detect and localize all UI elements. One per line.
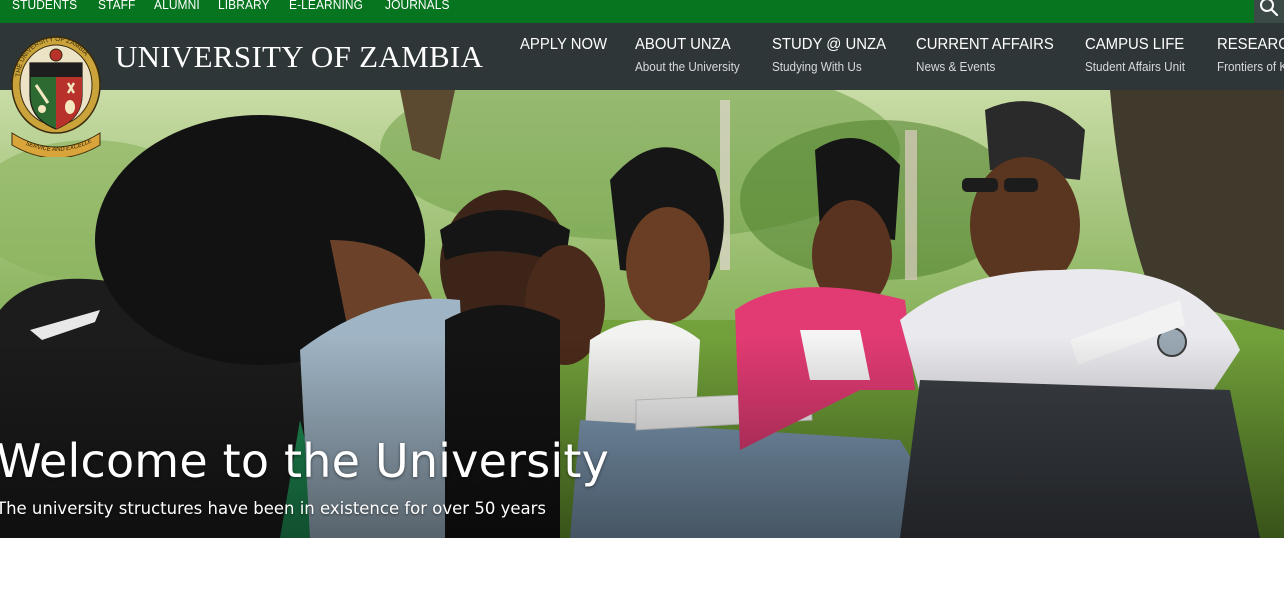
main-header: UNIVERSITY OF ZAMBIA APPLY NOW ABOUT UNZ… <box>0 23 1284 90</box>
nav-item-campus-life[interactable]: CAMPUS LIFE Student Affairs Unit <box>1085 36 1196 74</box>
nav-item-sublabel: About the University <box>634 59 740 74</box>
utility-link-e-learning[interactable]: E-LEARNING <box>289 0 363 12</box>
utility-links: STUDENTS STAFF ALUMNI LIBRARY E-LEARNING… <box>12 0 470 12</box>
main-nav: APPLY NOW ABOUT UNZA About the Universit… <box>520 36 1284 74</box>
nav-item-label[interactable]: STUDY @ UNZA <box>772 36 886 54</box>
nav-item-label[interactable]: CURRENT AFFAIRS <box>916 36 1054 54</box>
nav-item-label[interactable]: RESEARCH <box>1217 36 1284 54</box>
nav-item-label[interactable]: APPLY NOW <box>520 36 607 54</box>
site-title[interactable]: UNIVERSITY OF ZAMBIA <box>115 39 483 75</box>
nav-item-study-at-unza[interactable]: STUDY @ UNZA Studying With Us <box>772 36 895 74</box>
utility-link-alumni[interactable]: ALUMNI <box>154 0 200 12</box>
search-icon <box>1260 0 1279 17</box>
nav-item-label[interactable]: CAMPUS LIFE <box>1085 36 1188 54</box>
nav-item-about-unza[interactable]: ABOUT UNZA About the University <box>635 36 751 74</box>
hero-title: Welcome to the University <box>0 434 609 488</box>
nav-item-label[interactable]: ABOUT UNZA <box>635 36 743 54</box>
nav-item-research[interactable]: RESEARCH Frontiers of Knowledge <box>1217 36 1284 74</box>
utility-link-students[interactable]: STUDENTS <box>12 0 77 12</box>
nav-item-sublabel: Studying With Us <box>772 59 862 74</box>
hero-subtitle: The university structures have been in e… <box>0 499 546 518</box>
hero-banner: Welcome to the University The university… <box>0 90 1284 538</box>
nav-item-sublabel: Student Affairs Unit <box>1084 59 1185 74</box>
utility-link-library[interactable]: LIBRARY <box>218 0 270 12</box>
nav-item-current-affairs[interactable]: CURRENT AFFAIRS News & Events <box>916 36 1064 74</box>
search-button[interactable] <box>1254 0 1284 23</box>
nav-item-sublabel: Frontiers of Knowledge <box>1216 59 1284 74</box>
utility-link-journals[interactable]: JOURNALS <box>385 0 450 12</box>
top-utility-bar: STUDENTS STAFF ALUMNI LIBRARY E-LEARNING… <box>0 0 1284 23</box>
utility-link-staff[interactable]: STAFF <box>98 0 135 12</box>
university-crest-icon[interactable]: THE UNIVERSITY OF ZAMBIA SERVICE AND EXC… <box>8 33 104 157</box>
nav-item-apply-now[interactable]: APPLY NOW <box>520 36 614 74</box>
nav-item-sublabel: News & Events <box>915 59 995 74</box>
